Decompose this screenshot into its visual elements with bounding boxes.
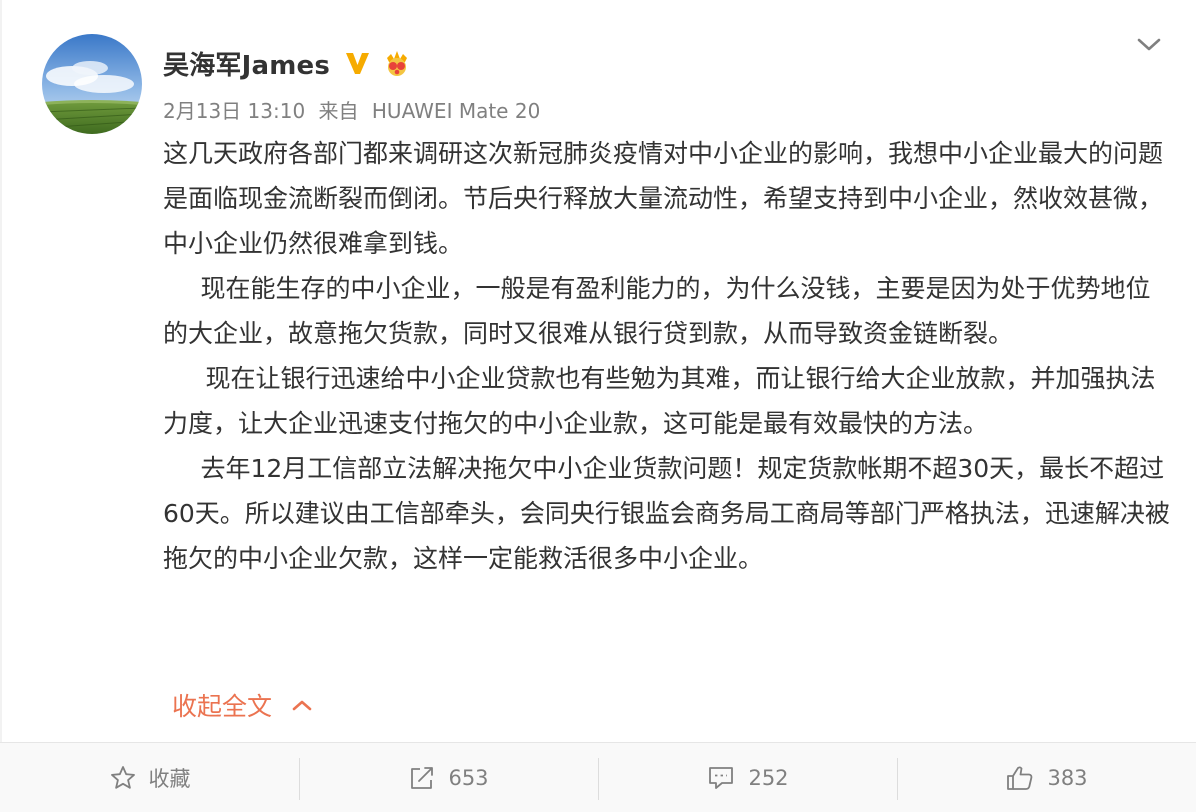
action-bar: 收藏 653 252 383 — [0, 743, 1196, 812]
thumbs-up-icon — [1007, 765, 1033, 790]
chevron-down-icon[interactable] — [1132, 32, 1166, 56]
repost-button[interactable]: 653 — [299, 743, 598, 812]
post-content: 这几天政府各部门都来调研这次新冠肺炎疫情对中小企业的影响，我想中小企业最大的问题… — [163, 131, 1173, 581]
collapse-label[interactable]: 收起全文 — [172, 687, 272, 723]
paragraph: 这几天政府各部门都来调研这次新冠肺炎疫情对中小企业的影响，我想中小企业最大的问题… — [163, 139, 1164, 258]
comment-count: 252 — [748, 765, 789, 790]
avatar[interactable] — [42, 34, 142, 134]
star-icon — [110, 765, 135, 789]
author-row: 吴海军James — [163, 42, 412, 84]
comment-button[interactable]: 252 — [598, 743, 897, 812]
post-meta: 2月13日 13:10 来自 HUAWEI Mate 20 — [163, 95, 540, 124]
comment-icon — [709, 766, 734, 789]
verified-v-icon[interactable] — [342, 48, 372, 78]
author-name[interactable]: 吴海军James — [163, 45, 330, 82]
paragraph: 现在让银行迅速给中小企业贷款也有些勉为其难，而让银行给大企业放款，并加强执法力度… — [163, 364, 1156, 438]
repost-count: 653 — [448, 765, 489, 790]
favorite-button[interactable]: 收藏 — [0, 743, 299, 812]
chevron-up-icon[interactable] — [290, 697, 314, 713]
collapse-full-text-button[interactable]: 收起全文 — [172, 684, 314, 726]
avatar-landscape-icon — [42, 34, 142, 134]
paragraph: 去年12月工信部立法解决拖欠中小企业货款问题！规定货款帐期不超30天，最长不超过… — [163, 454, 1170, 573]
source-prefix: 来自 — [318, 99, 359, 123]
paragraph: 现在能生存的中小企业，一般是有盈利能力的，为什么没钱，主要是因为处于优势地位的大… — [163, 274, 1151, 348]
repost-icon — [411, 766, 434, 789]
like-button[interactable]: 383 — [897, 743, 1196, 812]
favorite-label: 收藏 — [148, 766, 191, 791]
post-date[interactable]: 2月13日 13:10 — [163, 99, 305, 123]
post-source: HUAWEI Mate 20 — [371, 99, 541, 123]
left-border — [0, 0, 2, 812]
like-count: 383 — [1047, 765, 1088, 790]
crown-member-icon[interactable] — [382, 48, 412, 78]
weibo-post-card: 吴海军James 2月13日 13:10 来自 HUAWEI Mate 20 这… — [0, 0, 1196, 812]
